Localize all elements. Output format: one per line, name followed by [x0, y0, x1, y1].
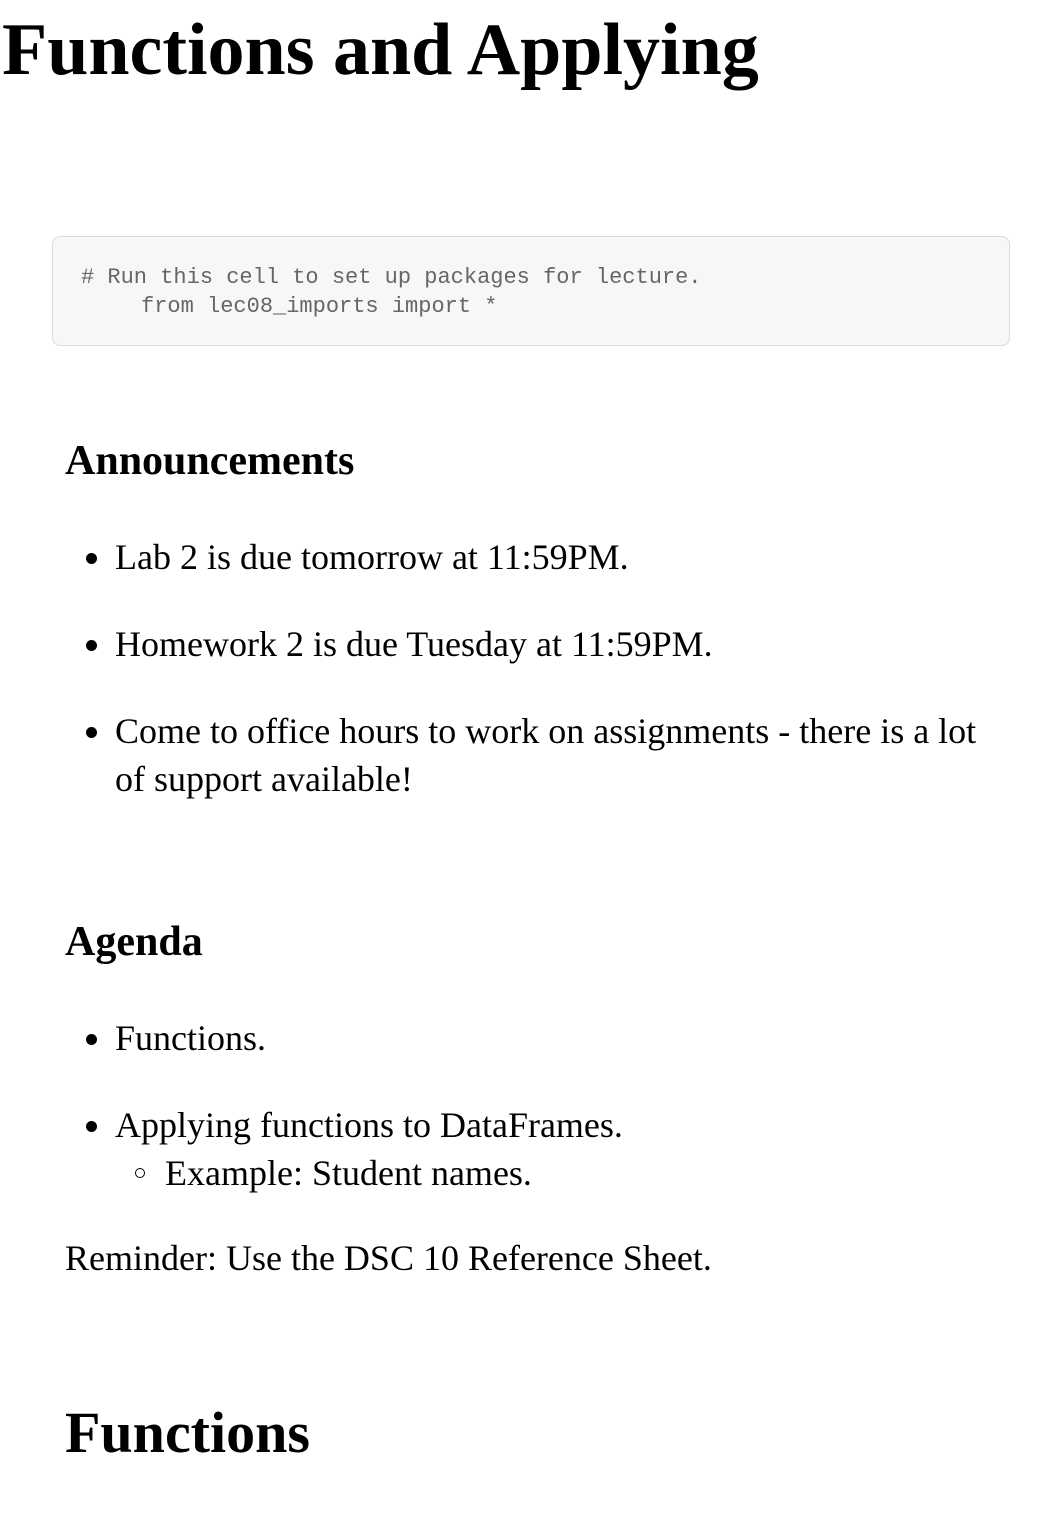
list-item: Applying functions to DataFrames. Exampl…	[86, 1101, 1005, 1197]
list-item: Come to office hours to work on assignme…	[86, 707, 1005, 803]
code-comment-line: # Run this cell to set up packages for l…	[81, 265, 702, 290]
list-item: Lab 2 is due tomorrow at 11:59PM.	[86, 533, 1005, 581]
list-item: Homework 2 is due Tuesday at 11:59PM.	[86, 620, 1005, 668]
list-item-label: Applying functions to DataFrames.	[115, 1105, 623, 1145]
page-title: Functions and Applying	[2, 9, 759, 91]
code-cell[interactable]: # Run this cell to set up packages for l…	[52, 236, 1010, 346]
announcements-heading: Announcements	[65, 438, 355, 484]
agenda-sublist: Example: Student names.	[115, 1149, 1005, 1197]
functions-heading: Functions	[65, 1400, 310, 1465]
announcements-list: Lab 2 is due tomorrow at 11:59PM. Homewo…	[65, 533, 1005, 803]
code-import-line: from lec08_imports import *	[141, 294, 498, 319]
agenda-list: Functions. Applying functions to DataFra…	[65, 1014, 1005, 1197]
reminder-text: Reminder: Use the DSC 10 Reference Sheet…	[65, 1238, 712, 1278]
agenda-heading: Agenda	[65, 919, 203, 965]
list-item: Functions.	[86, 1014, 1005, 1062]
sub-list-item: Example: Student names.	[135, 1149, 1005, 1197]
